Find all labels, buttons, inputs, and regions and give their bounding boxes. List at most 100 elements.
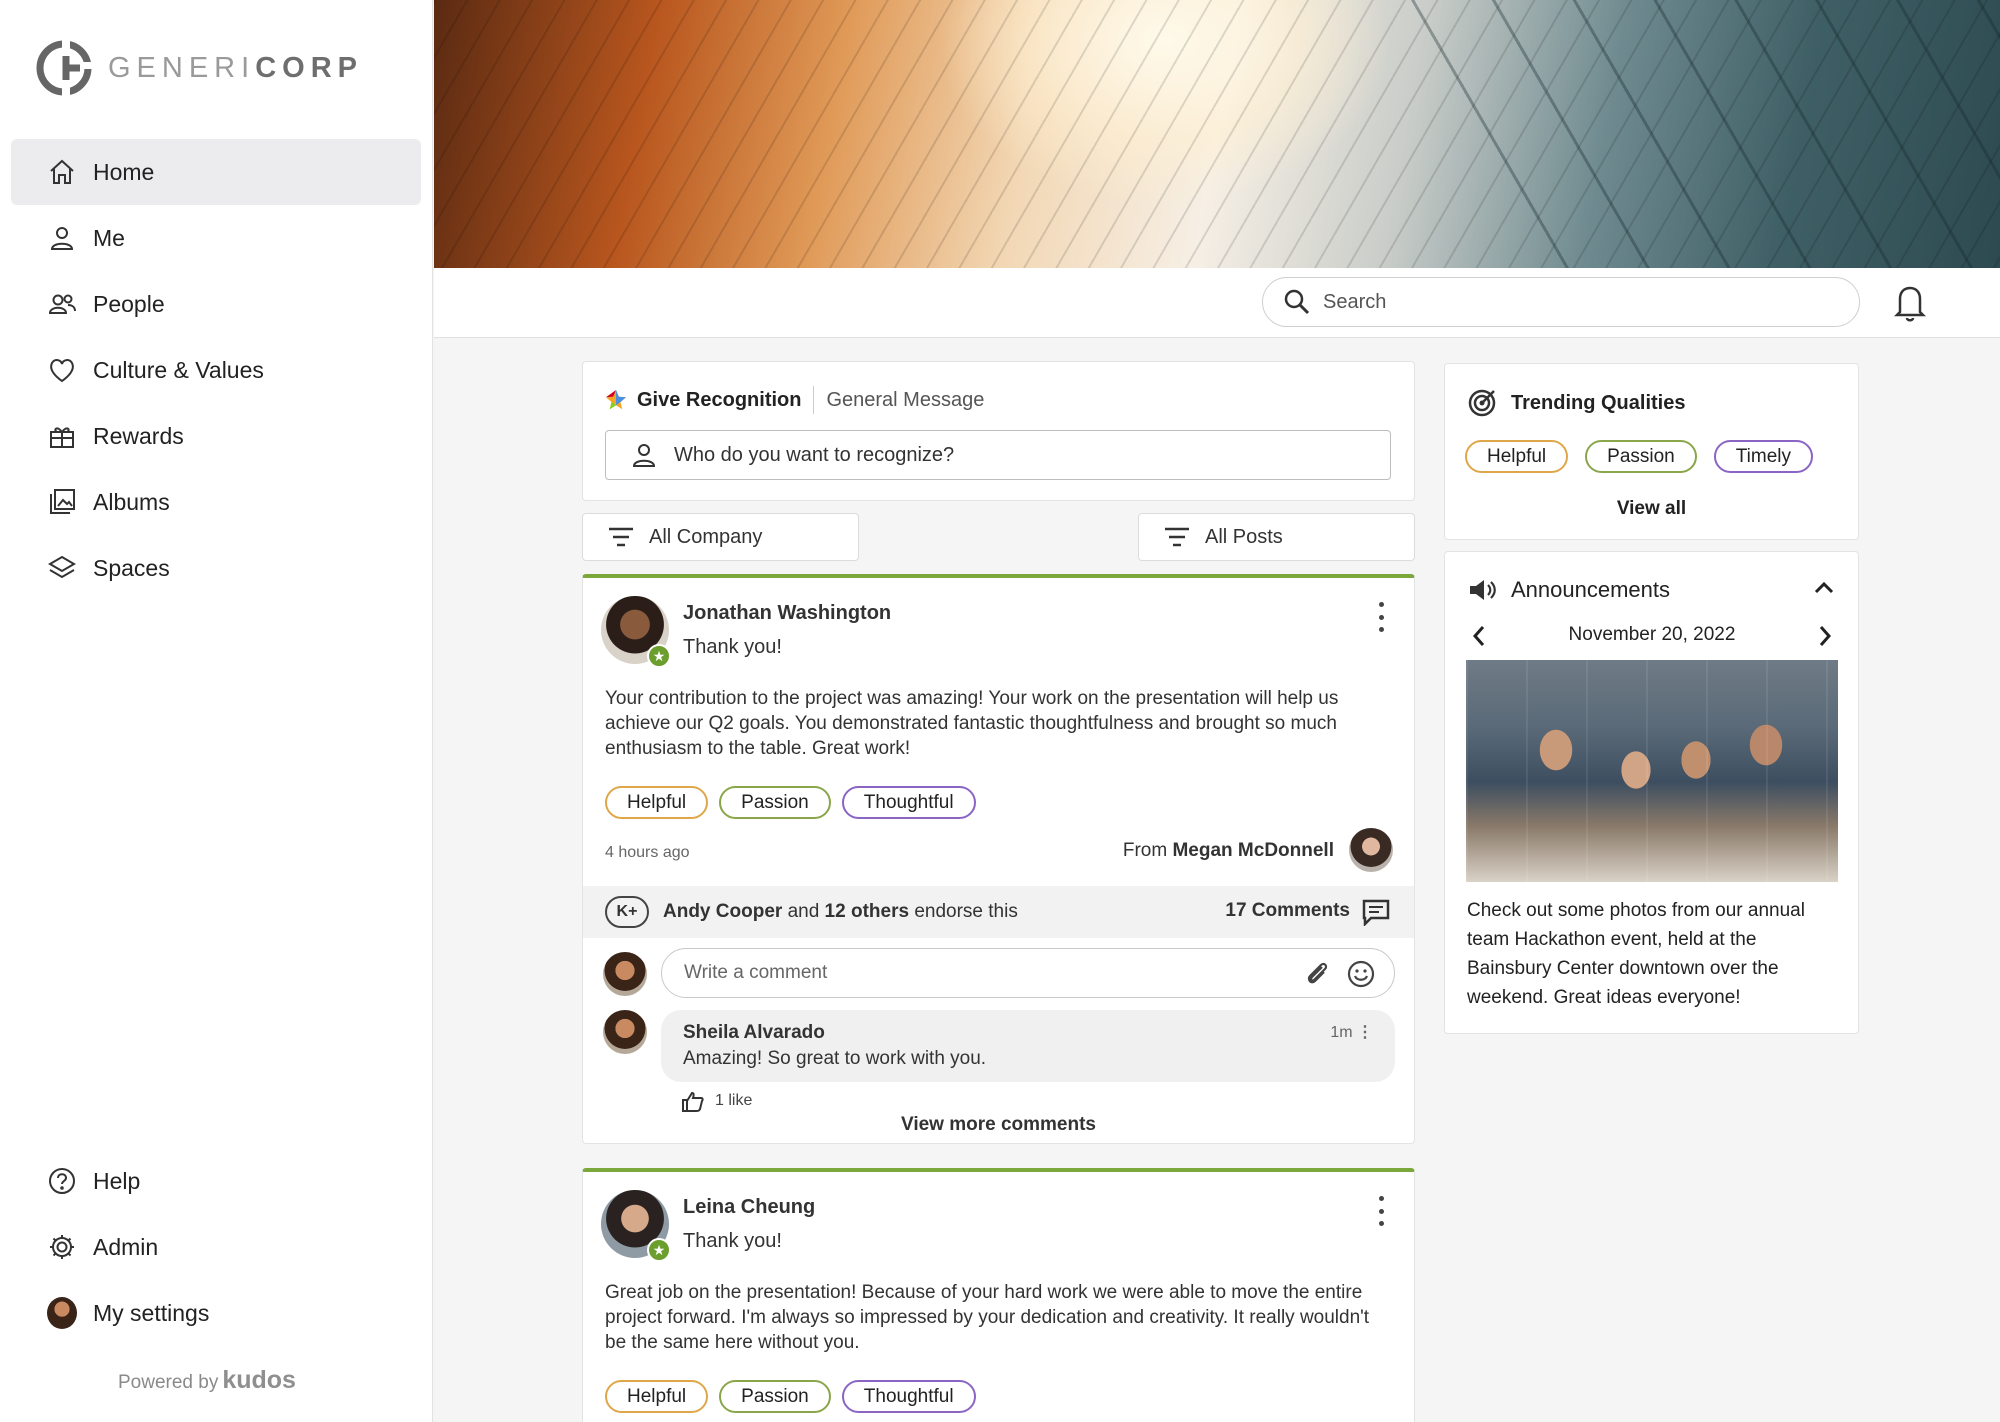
sidebar-item-home[interactable]: Home xyxy=(11,139,421,205)
post-tags: Helpful Passion Thoughtful xyxy=(605,786,976,819)
sidebar: GENERICORP Home Me People Culture & Valu… xyxy=(0,0,433,1422)
comment-icon[interactable] xyxy=(1361,898,1391,926)
endorser-name[interactable]: Andy Cooper xyxy=(663,901,782,922)
like-count: 1 like xyxy=(715,1092,753,1109)
sidebar-item-people[interactable]: People xyxy=(11,271,421,337)
main-nav: Home Me People Culture & Values Rewards … xyxy=(11,139,421,601)
comments-count[interactable]: 17 Comments xyxy=(1225,900,1350,922)
sidebar-item-help[interactable]: Help xyxy=(11,1148,421,1214)
tag-chip[interactable]: Passion xyxy=(719,1380,831,1413)
recognize-placeholder: Who do you want to recognize? xyxy=(674,443,955,466)
sidebar-item-spaces[interactable]: Spaces xyxy=(11,535,421,601)
sidebar-item-culture-values[interactable]: Culture & Values xyxy=(11,337,421,403)
post-body: Your contribution to the project was ama… xyxy=(605,688,1339,759)
chevron-right-icon[interactable] xyxy=(1817,624,1833,648)
tag-chip[interactable]: Thoughtful xyxy=(841,1380,976,1413)
trending-header: Trending Qualities xyxy=(1467,388,1685,418)
trend-chip[interactable]: Passion xyxy=(1585,440,1697,473)
kudos-logo: kudos xyxy=(222,1366,296,1394)
sidebar-item-admin[interactable]: Admin xyxy=(11,1214,421,1280)
sidebar-item-label: My settings xyxy=(93,1299,210,1326)
comment-author[interactable]: Sheila Alvarado xyxy=(683,1022,825,1044)
trending-target-icon xyxy=(1468,389,1496,417)
hero-banner-image xyxy=(434,0,2000,268)
tag-chip[interactable]: Helpful xyxy=(605,1380,709,1413)
post-from: From Megan McDonnell xyxy=(1122,840,1334,861)
comment-bubble: Sheila Alvarado Amazing! So great to wor… xyxy=(661,1010,1395,1082)
emoji-icon[interactable] xyxy=(1346,959,1376,989)
announcements-header: Announcements xyxy=(1467,576,1670,604)
announcement-date-nav: November 20, 2022 xyxy=(1467,622,1837,652)
home-icon xyxy=(47,157,77,187)
comment-text: Amazing! So great to work with you. xyxy=(683,1048,987,1069)
comment-actions xyxy=(1302,959,1376,989)
announcement-text: Check out some photos from our annual te… xyxy=(1467,900,1805,1008)
filter-company-dropdown[interactable]: All Company xyxy=(582,513,859,561)
powered-by: Powered by kudos xyxy=(118,1366,296,1394)
post-author[interactable]: Leina Cheung xyxy=(683,1196,815,1219)
album-icon xyxy=(47,487,77,517)
sidebar-item-label: Help xyxy=(93,1167,141,1194)
trend-chip[interactable]: Timely xyxy=(1713,440,1814,473)
notification-bell-icon[interactable] xyxy=(1890,280,1930,324)
recognition-post: ★ Leina Cheung Thank you! Great job on t… xyxy=(582,1168,1415,1422)
post-tags: Helpful Passion Thoughtful xyxy=(605,1380,976,1413)
trend-chip[interactable]: Helpful xyxy=(1465,440,1569,473)
gear-icon xyxy=(47,1232,77,1262)
endorse-text: Andy Cooper and 12 others endorse this xyxy=(663,901,1018,922)
post-timestamp: 4 hours ago xyxy=(605,844,690,861)
announcement-photo[interactable] xyxy=(1466,660,1838,882)
attachment-icon[interactable] xyxy=(1302,959,1332,989)
star-icon xyxy=(606,390,626,410)
search-icon xyxy=(1284,289,1310,315)
search-input[interactable]: Search xyxy=(1262,277,1860,327)
genericorp-logo[interactable]: GENERICORP xyxy=(36,40,363,96)
announcement-date: November 20, 2022 xyxy=(1568,624,1736,645)
people-icon xyxy=(47,289,77,319)
sidebar-item-albums[interactable]: Albums xyxy=(11,469,421,535)
view-more-comments-link[interactable]: View more comments xyxy=(583,1114,1414,1136)
avatar xyxy=(47,1297,77,1329)
post-author[interactable]: Jonathan Washington xyxy=(683,602,891,625)
comment-input[interactable]: Write a comment xyxy=(661,948,1395,998)
announcements-card: Announcements November 20, 2022 Check ou… xyxy=(1444,551,1859,1034)
tab-divider xyxy=(813,386,815,414)
more-options-icon[interactable] xyxy=(1371,602,1391,632)
tag-chip[interactable]: Passion xyxy=(719,786,831,819)
avatar[interactable] xyxy=(603,1010,647,1054)
comment-more-icon[interactable]: ⋮ xyxy=(1357,1024,1373,1041)
filter-icon xyxy=(609,527,633,547)
sidebar-item-label: Spaces xyxy=(93,554,170,581)
comment-time: 1m ⋮ xyxy=(1330,1024,1373,1041)
user-icon xyxy=(632,444,656,467)
tag-chip[interactable]: Thoughtful xyxy=(841,786,976,819)
logo-mark-icon xyxy=(36,40,92,96)
recognize-who-input[interactable]: Who do you want to recognize? xyxy=(605,430,1391,480)
trending-title: Trending Qualities xyxy=(1511,391,1686,414)
post-subtitle: Thank you! xyxy=(683,1230,782,1252)
sidebar-item-rewards[interactable]: Rewards xyxy=(11,403,421,469)
sidebar-item-label: Rewards xyxy=(93,422,184,449)
post-body: Great job on the presentation! Because o… xyxy=(605,1282,1370,1353)
megaphone-icon xyxy=(1470,580,1496,600)
tab-general-message[interactable]: General Message xyxy=(826,389,984,412)
sidebar-item-my-settings[interactable]: My settings xyxy=(11,1280,421,1346)
user-icon xyxy=(47,223,77,253)
sidebar-item-label: Admin xyxy=(93,1233,159,1260)
sidebar-item-me[interactable]: Me xyxy=(11,205,421,271)
view-all-link[interactable]: View all xyxy=(1445,498,1858,520)
recognition-star-badge-icon: ★ xyxy=(647,1238,671,1262)
search-placeholder: Search xyxy=(1323,290,1387,313)
more-options-icon[interactable] xyxy=(1371,1196,1391,1226)
avatar[interactable] xyxy=(1349,828,1393,872)
post-from-name[interactable]: Megan McDonnell xyxy=(1172,840,1334,861)
filter-posts-dropdown[interactable]: All Posts xyxy=(1138,513,1415,561)
trending-qualities-card: Trending Qualities Helpful Passion Timel… xyxy=(1444,363,1859,540)
post-subtitle: Thank you! xyxy=(683,636,782,658)
endorse-others[interactable]: 12 others xyxy=(825,901,909,922)
comment-like[interactable]: 1 like xyxy=(681,1090,752,1112)
endorse-button[interactable]: K+ xyxy=(605,896,649,928)
tag-chip[interactable]: Helpful xyxy=(605,786,709,819)
chevron-up-icon[interactable] xyxy=(1812,578,1836,598)
tab-give-recognition[interactable]: Give Recognition xyxy=(637,389,801,412)
